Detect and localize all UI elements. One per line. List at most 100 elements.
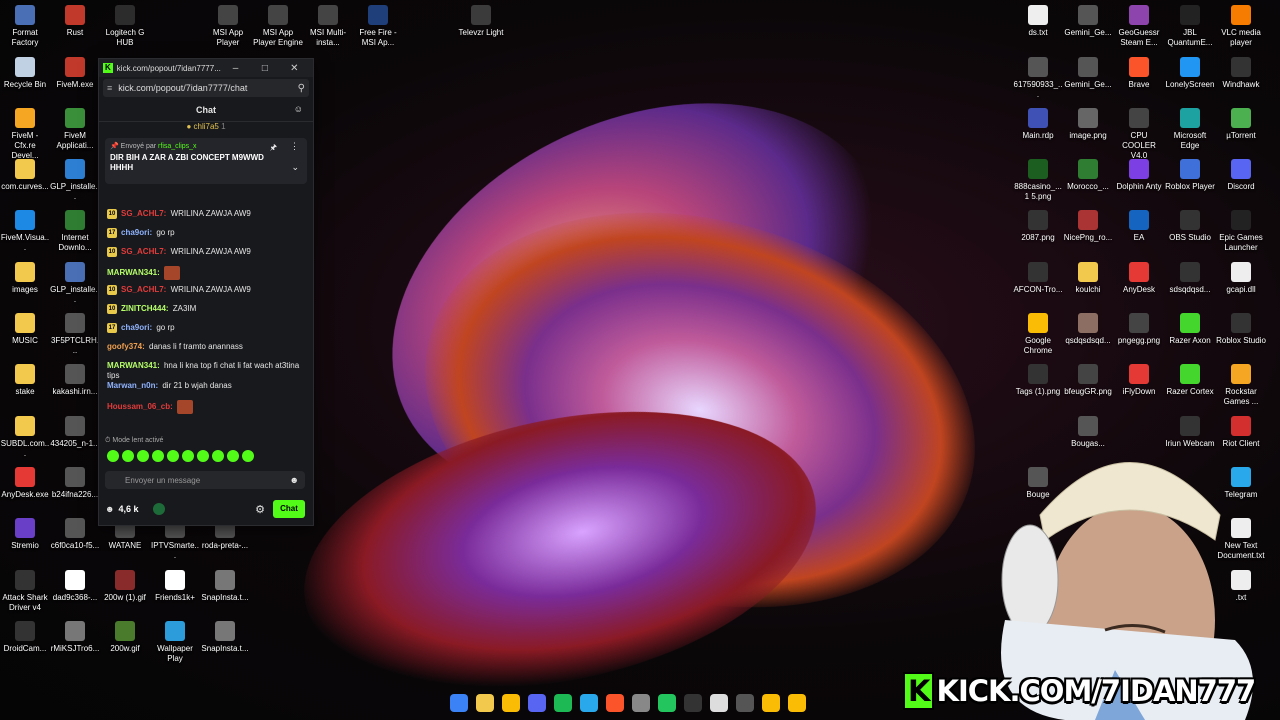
brave-icon[interactable] [606,694,624,712]
desktop-icon[interactable]: EA [1114,210,1164,243]
chat-username[interactable]: ZINITCH444: [121,304,169,313]
desktop-icon[interactable]: 888casino_... 1 5.png [1013,159,1063,202]
chat-username[interactable]: MARWAN341: [107,268,160,277]
desktop-icon[interactable]: Logitech G HUB [100,5,150,48]
desktop-icon[interactable]: Roblox Studio [1216,313,1266,346]
emote-quick-bar[interactable] [107,450,254,462]
desktop-icon[interactable]: iFlyDown [1114,364,1164,397]
desktop-icon[interactable]: SnapInsta.t... [200,570,250,603]
desktop-icon[interactable]: Windhawk [1216,57,1266,90]
maximize-button[interactable]: □ [250,63,279,74]
desktop-icon[interactable]: OBS Studio [1165,210,1215,243]
desktop-icon[interactable]: Wallpaper Play [150,621,200,664]
desktop-icon[interactable]: koulchi [1063,262,1113,295]
taskbar[interactable] [450,690,806,716]
desktop-icon[interactable]: Rust [50,5,100,38]
desktop-icon[interactable]: DroidCam... [0,621,50,654]
desktop-icon[interactable]: GLP_installe... [50,262,100,305]
desktop-icon[interactable]: sdsqdqsd... [1165,262,1215,295]
notepad-icon[interactable] [710,694,728,712]
desktop-icon[interactable]: ds.txt [1013,5,1063,38]
desktop-icon[interactable]: 200w (1).gif [100,570,150,603]
chat-popout-window[interactable]: K kick.com/popout/7idan7777... – □ ✕ ≡ k… [98,58,314,526]
send-chat-button[interactable]: Chat [273,500,305,518]
desktop-icon[interactable]: Attack Shark Driver v4 [0,570,50,613]
desktop-icon[interactable]: pngegg.png [1114,313,1164,346]
desktop-icon[interactable]: Dolphin Anty [1114,159,1164,192]
desktop-icon[interactable]: Microsoft Edge [1165,108,1215,151]
desktop-icon[interactable]: Televzr Light [456,5,506,38]
windows-start-icon[interactable] [450,694,468,712]
desktop-icon[interactable]: Razer Axon [1165,313,1215,346]
desktop-icon[interactable]: MSI App Player [203,5,253,48]
spotify-icon[interactable] [554,694,572,712]
desktop-icon[interactable]: 3F5PTCLRH... [50,313,100,356]
desktop-icon[interactable]: Brave [1114,57,1164,90]
desktop-icon[interactable]: Internet Downlo... [50,210,100,253]
desktop-icon[interactable]: FiveM.Visua... [0,210,50,253]
file-explorer-icon[interactable] [476,694,494,712]
desktop-icon[interactable]: Gemini_Ge... [1063,57,1113,90]
desktop-icon[interactable]: CPU COOLER V4.0 [1114,108,1164,161]
desktop-icon[interactable]: VLC media player [1216,5,1266,48]
pinned-sender-name[interactable]: rfisa_clips_x [158,143,197,150]
desktop-icon[interactable]: AnyDesk.exe [0,467,50,500]
chat-username[interactable]: goofy374: [107,342,145,351]
chrome-icon[interactable] [762,694,780,712]
desktop-icon[interactable]: 434205_n-1... [50,416,100,449]
app-icon[interactable] [658,694,676,712]
desktop-icon[interactable]: 200w.gif [100,621,150,654]
desktop-icon[interactable]: µTorrent [1216,108,1266,141]
desktop-icon[interactable]: image.png [1063,108,1113,141]
emote-icon[interactable] [167,450,179,462]
emote-icon[interactable] [182,450,194,462]
chat-username[interactable]: cha9ori: [121,323,152,332]
desktop-icon[interactable]: AnyDesk [1114,262,1164,295]
desktop-icon[interactable]: FiveM.exe [50,57,100,90]
desktop-icon[interactable]: GLP_installe... [50,159,100,202]
pin-icon[interactable]: 🖈 [270,142,277,156]
desktop-icon[interactable]: Stremio [0,518,50,551]
terminal-icon[interactable] [684,694,702,712]
desktop-icon[interactable]: JBL QuantumE... [1165,5,1215,48]
chat-username[interactable]: SG_ACHL7: [121,247,166,256]
desktop-icon[interactable]: Razer Cortex [1165,364,1215,397]
emote-icon[interactable] [197,450,209,462]
desktop-icon[interactable]: GeoGuessr Steam E... [1114,5,1164,48]
emote-icon[interactable] [152,450,164,462]
desktop-icon[interactable]: stake [0,364,50,397]
settings-gear-icon[interactable]: ⚙ [255,503,265,516]
app-icon[interactable] [736,694,754,712]
emote-icon[interactable] [122,450,134,462]
user-list-icon[interactable]: ☺ [294,104,303,114]
desktop-icon[interactable]: c6f0ca10-f5... [50,518,100,551]
kick-coin-icon[interactable] [152,503,165,515]
emote-icon[interactable] [242,450,254,462]
desktop-icon[interactable]: rMiKSJTro6... [50,621,100,654]
desktop-icon[interactable]: Google Chrome [1013,313,1063,356]
desktop-icon[interactable]: Epic Games Launcher [1216,210,1266,253]
desktop-icon[interactable]: NicePng_ro... [1063,210,1113,243]
desktop-icon[interactable]: Rockstar Games ... [1216,364,1266,407]
desktop-icon[interactable]: Friends1k+ [150,570,200,603]
desktop-icon[interactable]: gcapi.dll [1216,262,1266,295]
chrome-icon[interactable] [788,694,806,712]
desktop-icon[interactable]: FiveM Applicati... [50,108,100,151]
emoji-icon[interactable]: ☻ [290,475,299,485]
desktop-icon[interactable]: Tags (1).png [1013,364,1063,397]
app-icon[interactable] [580,694,598,712]
desktop-icon[interactable]: b24ifna226... [50,467,100,500]
desktop-icon[interactable]: Discord [1216,159,1266,192]
desktop-icon[interactable]: LonelyScreen [1165,57,1215,90]
url-bar[interactable]: ≡ kick.com/popout/7idan7777/chat ⚲ [103,79,309,97]
chat-username[interactable]: MARWAN341: [107,361,160,370]
close-button[interactable]: ✕ [280,63,309,74]
desktop-icon[interactable]: Format Factory [0,5,50,48]
desktop-icon[interactable]: MUSIC [0,313,50,346]
chrome-icon[interactable] [502,694,520,712]
chat-username[interactable]: SG_ACHL7: [121,209,166,218]
desktop-icon[interactable]: 617590933_... [1013,57,1063,100]
desktop-icon[interactable]: Morocco_... [1063,159,1113,192]
desktop-icon[interactable]: 2087.png [1013,210,1063,243]
desktop-icon[interactable]: kakashi.irn... [50,364,100,397]
